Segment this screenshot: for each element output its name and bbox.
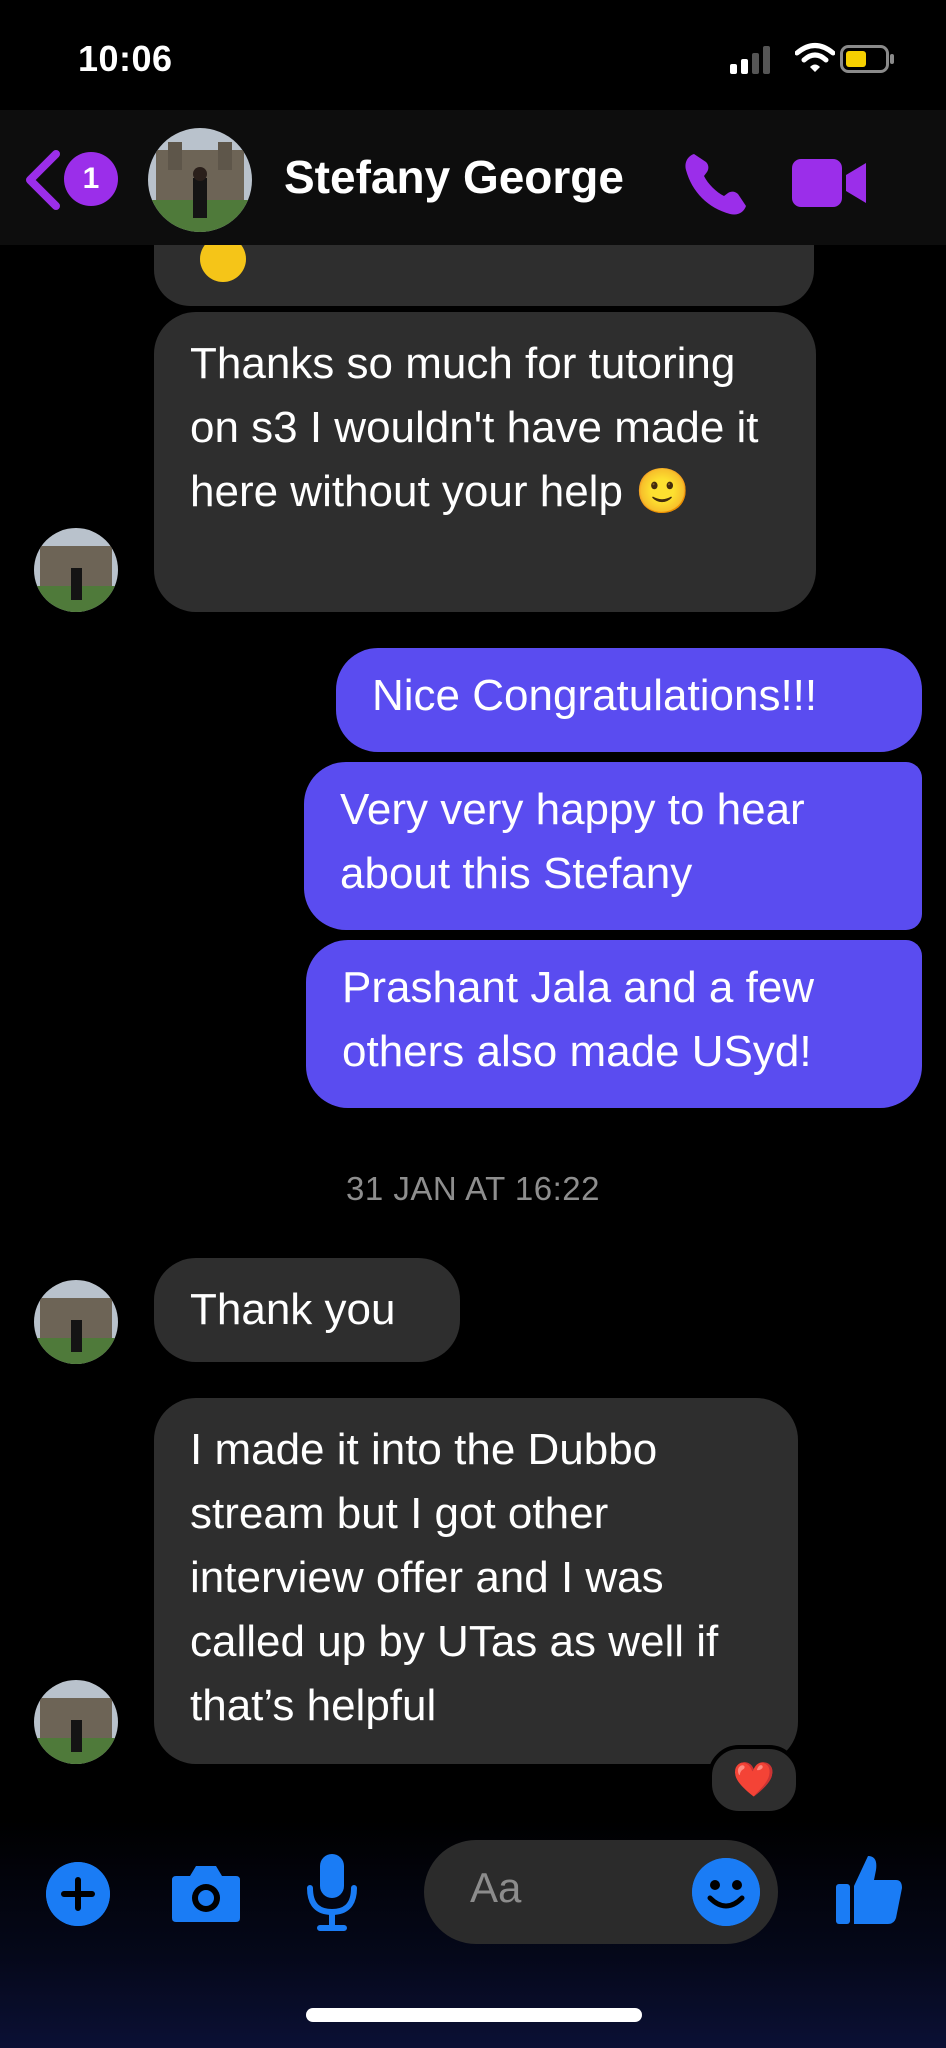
received-message-bubble[interactable]: Thanks so much for tutoring on s3 I woul… xyxy=(154,312,816,612)
sent-message-bubble[interactable]: Nice Congratulations!!! xyxy=(336,648,922,752)
microphone-icon[interactable] xyxy=(306,1852,358,1934)
sender-avatar[interactable] xyxy=(34,528,118,612)
message-text: Prashant Jala and a few others also made… xyxy=(342,963,815,1076)
sent-message-bubble[interactable]: Very very happy to hear about this Stefa… xyxy=(304,762,922,930)
camera-icon[interactable] xyxy=(168,1858,244,1926)
phone-call-icon[interactable] xyxy=(680,148,752,218)
cellular-signal-icon xyxy=(730,46,774,74)
sender-avatar[interactable] xyxy=(34,1280,118,1364)
emoji-icon[interactable] xyxy=(692,1858,760,1926)
status-time: 10:06 xyxy=(78,38,173,79)
message-text: Thanks so much for tutoring on s3 I woul… xyxy=(190,339,759,516)
battery-icon xyxy=(840,45,894,73)
wifi-icon xyxy=(795,43,835,72)
plus-icon[interactable] xyxy=(46,1862,110,1926)
message-text: Nice Congratulations!!! xyxy=(372,671,818,720)
unread-count-badge[interactable]: 1 xyxy=(64,152,118,206)
contact-name[interactable]: Stefany George xyxy=(284,150,624,204)
sent-message-bubble[interactable]: Prashant Jala and a few others also made… xyxy=(306,940,922,1108)
message-input-placeholder: Aa xyxy=(470,1864,522,1911)
home-indicator xyxy=(306,2008,642,2022)
video-call-icon[interactable] xyxy=(790,155,870,211)
heart-icon: ❤️ xyxy=(732,1761,776,1799)
received-message-bubble[interactable]: I made it into the Dubbo stream but I go… xyxy=(154,1398,798,1764)
message-text: Thank you xyxy=(190,1285,396,1334)
contact-avatar[interactable] xyxy=(148,128,252,232)
received-message-bubble[interactable]: Thank you xyxy=(154,1258,460,1362)
sender-avatar[interactable] xyxy=(34,1680,118,1764)
message-text: I made it into the Dubbo stream but I go… xyxy=(190,1425,719,1730)
back-chevron-icon[interactable] xyxy=(22,148,62,212)
message-timestamp: 31 JAN AT 16:22 xyxy=(346,1170,600,1207)
heart-reaction[interactable]: ❤️ xyxy=(708,1745,800,1815)
message-text: Very very happy to hear about this Stefa… xyxy=(340,785,805,898)
thumbs-up-icon[interactable] xyxy=(834,1852,904,1926)
